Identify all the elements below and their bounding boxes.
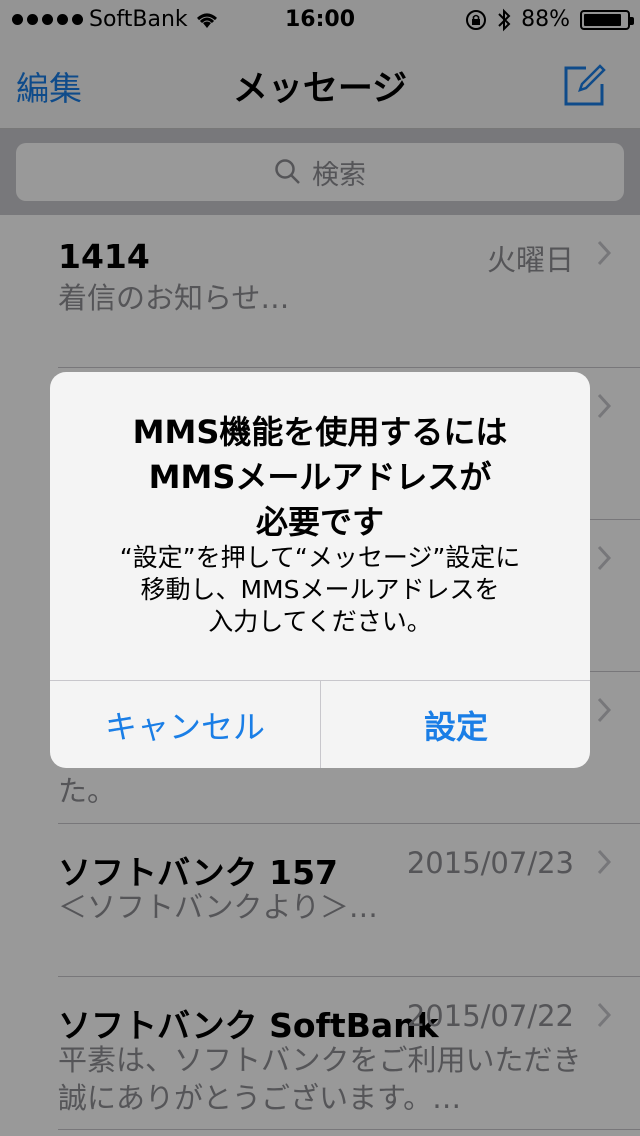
alert-title-line: MMS機能を使用するには [132, 413, 508, 451]
alert-title-line: MMSメールアドレスが [148, 458, 492, 496]
alert-message-line: 入力してください。 [208, 607, 432, 636]
settings-button[interactable]: 設定 [321, 681, 590, 768]
alert-message-line: “設定”を押して“メッセージ”設定に [119, 543, 521, 572]
alert-title-line: 必要です [255, 503, 384, 541]
cancel-button[interactable]: キャンセル [50, 681, 320, 768]
alert-dialog: MMS機能を使用するには MMSメールアドレスが 必要です “設定”を押して“メ… [50, 372, 590, 768]
alert-title: MMS機能を使用するには MMSメールアドレスが 必要です [70, 410, 570, 545]
alert-message-line: 移動し、MMSメールアドレスを [140, 575, 500, 604]
alert-message: “設定”を押して“メッセージ”設定に 移動し、MMSメールアドレスを 入力してく… [70, 542, 570, 638]
